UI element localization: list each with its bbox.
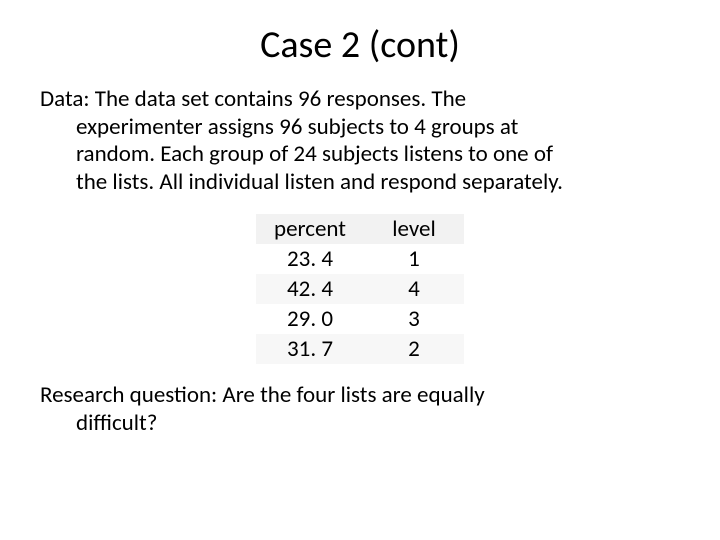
data-table: percent level 23. 4 1 42. 4 4 29. 0 3 31… xyxy=(256,214,464,364)
cell-level: 2 xyxy=(364,334,464,364)
table-header-percent: percent xyxy=(256,214,364,244)
para2-line2: difficult? xyxy=(40,410,680,438)
table-row: 23. 4 1 xyxy=(256,244,464,274)
para1-line3: random. Each group of 24 subjects listen… xyxy=(40,141,680,169)
cell-percent: 31. 7 xyxy=(256,334,364,364)
table-row: 29. 0 3 xyxy=(256,304,464,334)
data-table-wrap: percent level 23. 4 1 42. 4 4 29. 0 3 31… xyxy=(40,214,680,364)
cell-percent: 42. 4 xyxy=(256,274,364,304)
cell-level: 3 xyxy=(364,304,464,334)
table-row: 31. 7 2 xyxy=(256,334,464,364)
cell-percent: 29. 0 xyxy=(256,304,364,334)
table-header-level: level xyxy=(364,214,464,244)
para1-line4: the lists. All individual listen and res… xyxy=(40,169,680,197)
cell-percent: 23. 4 xyxy=(256,244,364,274)
cell-level: 4 xyxy=(364,274,464,304)
table-header-row: percent level xyxy=(256,214,464,244)
data-paragraph: Data: The data set contains 96 responses… xyxy=(40,86,680,196)
para1-line1: Data: The data set contains 96 responses… xyxy=(40,85,466,113)
slide-title: Case 2 (cont) xyxy=(40,22,680,68)
table-row: 42. 4 4 xyxy=(256,274,464,304)
para2-line1: Research question: Are the four lists ar… xyxy=(40,381,485,409)
cell-level: 1 xyxy=(364,244,464,274)
para1-line2: experimenter assigns 96 subjects to 4 gr… xyxy=(40,114,680,142)
research-question-paragraph: Research question: Are the four lists ar… xyxy=(40,382,680,437)
